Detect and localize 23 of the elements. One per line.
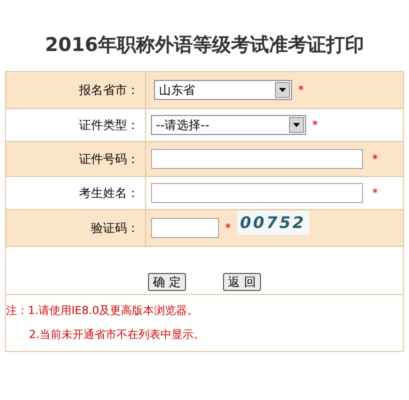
input-field[interactable] (151, 218, 219, 238)
form-button[interactable]: 确 定 (148, 273, 186, 291)
field-label: 验证码： (91, 220, 139, 237)
field-label: 证件号码： (79, 151, 139, 168)
input-field[interactable] (151, 149, 363, 169)
input-field[interactable] (151, 183, 363, 203)
field-label: 考生姓名： (79, 185, 139, 202)
required-mark: * (372, 185, 378, 202)
required-mark: * (312, 117, 318, 134)
note-text: 2.当前未开通省市不在列表中显示。 (28, 327, 206, 343)
captcha-image[interactable]: 00752 (237, 211, 309, 235)
required-mark: * (225, 220, 231, 237)
caret-icon (289, 117, 304, 133)
required-mark: * (372, 151, 378, 168)
field-label: 证件类型： (79, 117, 139, 134)
dropdown[interactable]: --请选择-- (151, 115, 306, 135)
note-text: 注：1.请使用IE8.0及更高版本浏览器。 (6, 303, 200, 319)
form-button[interactable]: 返 回 (223, 273, 261, 291)
caret-icon (275, 82, 290, 98)
dropdown[interactable]: 山东省 (154, 80, 292, 100)
required-mark: * (298, 82, 304, 99)
page-title: 2016年职称外语等级考试准考证打印 (44, 33, 365, 58)
field-label: 报名省市： (79, 82, 139, 99)
